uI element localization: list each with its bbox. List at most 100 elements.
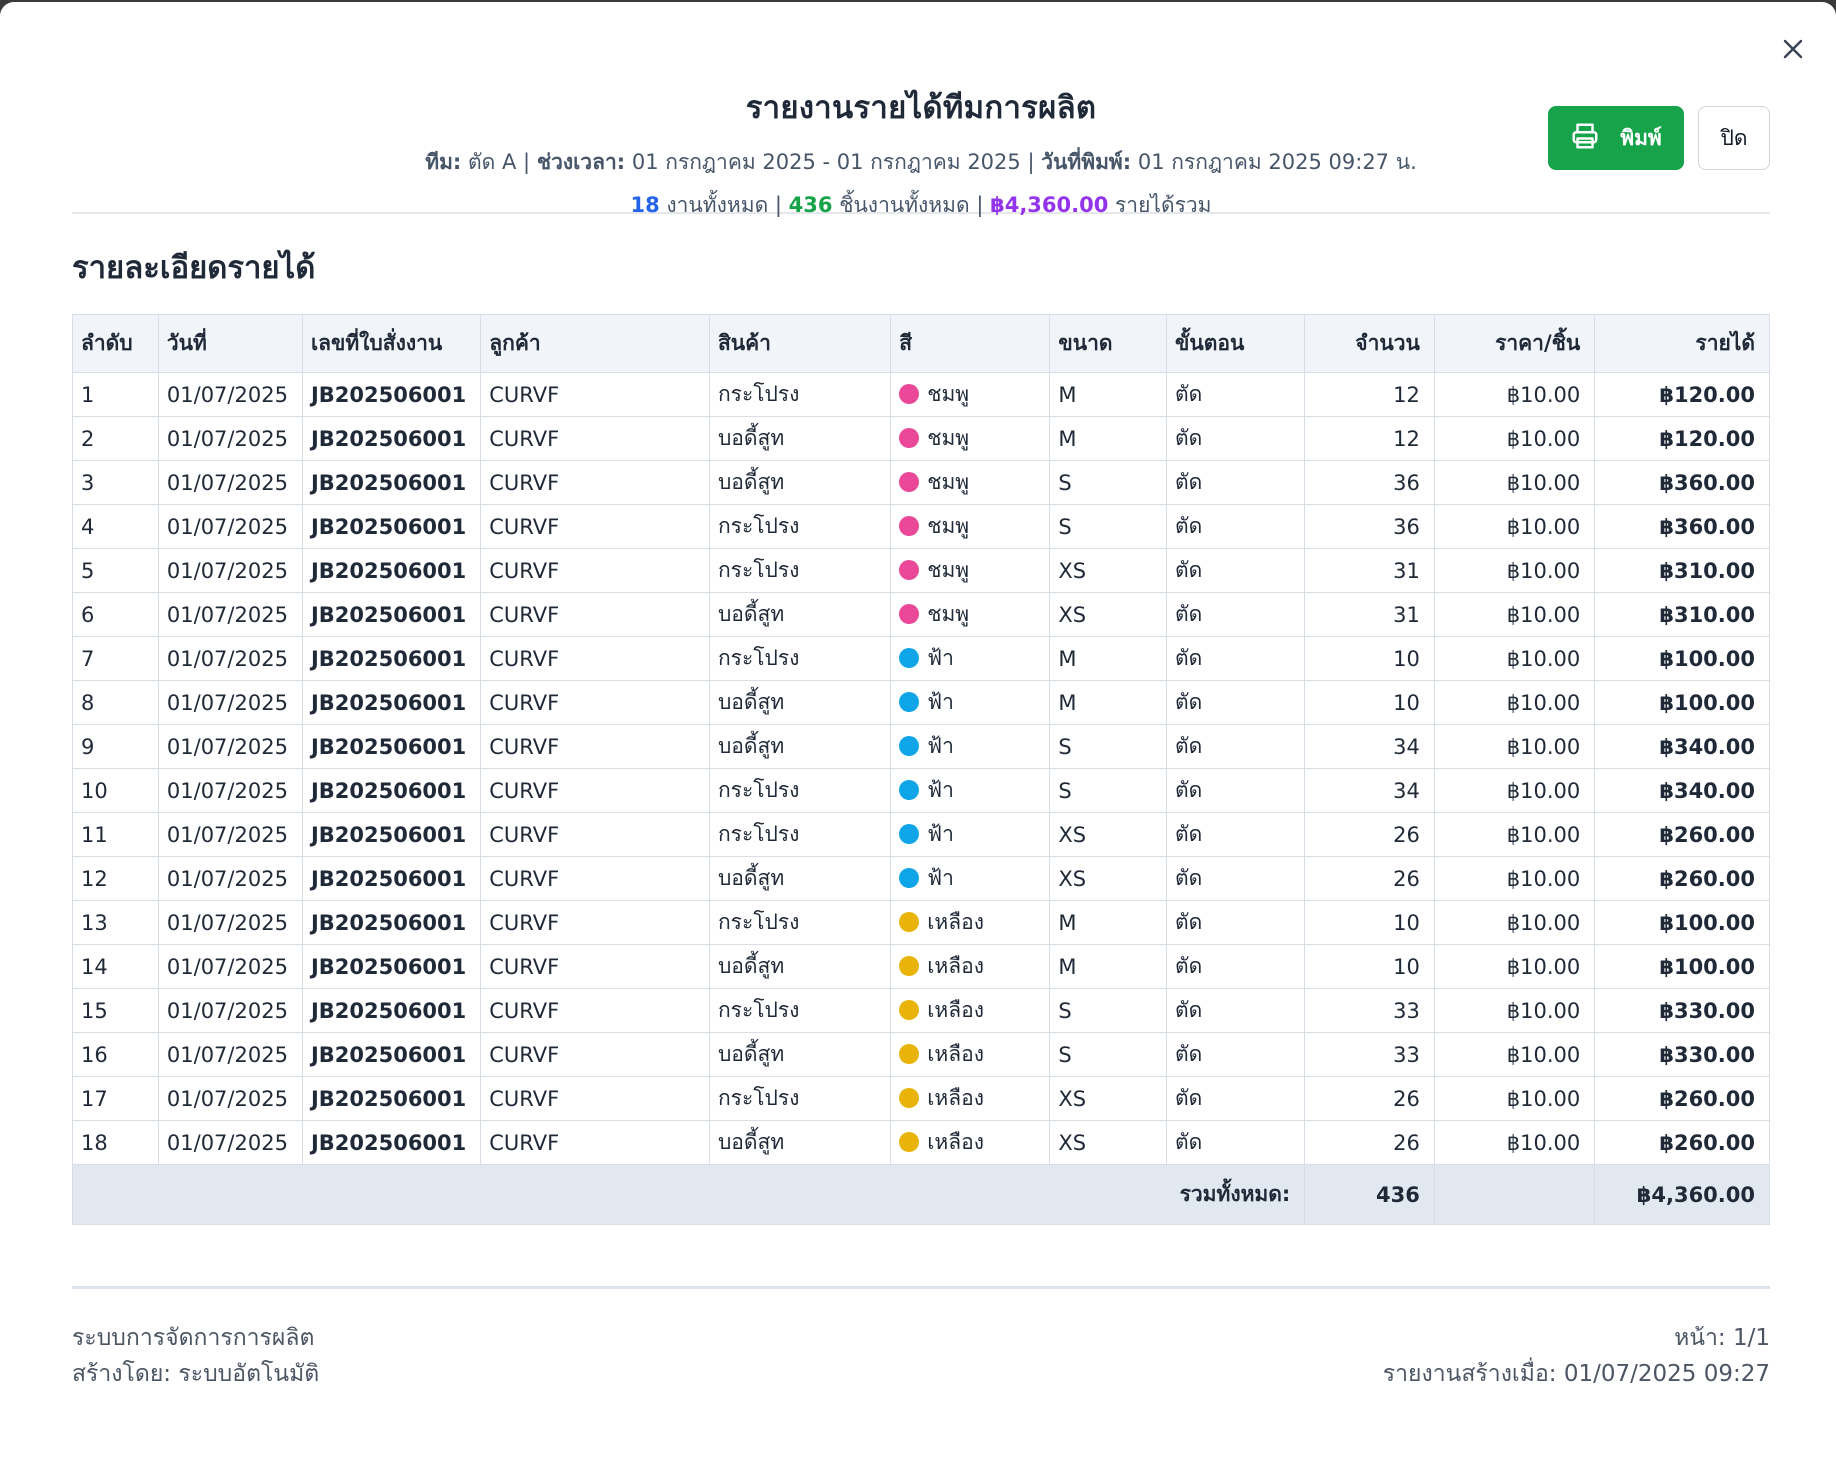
- color-swatch-icon: [899, 1132, 920, 1152]
- col-step-cell: ตัด: [1166, 416, 1306, 461]
- col-job-number-cell: JB202506001: [301, 460, 482, 505]
- col-unit-price-cell: ฿10.00: [1433, 636, 1596, 681]
- team-label: ทีม:: [425, 150, 462, 174]
- color-swatch-icon: [899, 1088, 920, 1108]
- close-button[interactable]: ปิด: [1698, 106, 1770, 170]
- col-product-cell: กระโปรง: [708, 504, 892, 549]
- col-customer-cell: CURVF: [480, 812, 710, 857]
- period-value: 01 กรกฎาคม 2025 - 01 กรกฎาคม 2025: [631, 150, 1021, 174]
- col-unit-price-cell: ฿10.00: [1433, 460, 1596, 505]
- col-color-cell: เหลือง: [890, 1076, 1051, 1121]
- col-product-cell: บอดี้สูท: [708, 724, 892, 769]
- printed-value: 01 กรกฎาคม 2025 09:27 น.: [1137, 150, 1417, 174]
- col-job-number-cell: JB202506001: [301, 988, 482, 1033]
- col-color-cell: เหลือง: [890, 1120, 1051, 1165]
- col-index-cell: 5: [72, 548, 159, 593]
- footer-right: หน้า: 1/1 รายงานสร้างเมื่อ: 01/07/2025 0…: [1383, 1320, 1770, 1392]
- col-color-cell: เหลือง: [890, 988, 1051, 1033]
- col-income-cell: ฿340.00: [1594, 768, 1770, 813]
- col-color-cell: ฟ้า: [890, 724, 1051, 769]
- color-swatch-icon: [899, 912, 920, 932]
- report-header: รายงานรายได้ทีมการผลิต ทีม: ตัด A | ช่วง…: [72, 72, 1770, 217]
- col-customer-cell: CURVF: [480, 460, 710, 505]
- col-income-cell: ฿260.00: [1594, 1076, 1770, 1121]
- report-title: รายงานรายได้ทีมการผลิต: [745, 90, 1097, 126]
- col-customer-cell: CURVF: [480, 1032, 710, 1077]
- col-color-cell: เหลือง: [890, 1032, 1051, 1077]
- close-icon[interactable]: [1776, 32, 1810, 66]
- col-unit-price-cell: ฿10.00: [1433, 1032, 1596, 1077]
- col-index-cell: 15: [72, 988, 159, 1033]
- color-swatch-icon: [899, 1044, 920, 1064]
- col-income-cell: ฿340.00: [1594, 724, 1770, 769]
- print-button[interactable]: พิมพ์: [1548, 106, 1684, 170]
- col-color-cell: ชมพู: [890, 416, 1051, 461]
- col-income-cell: ฿100.00: [1594, 680, 1770, 725]
- col-income-cell: ฿330.00: [1594, 1032, 1770, 1077]
- col-color-cell: ชมพู: [890, 548, 1051, 593]
- col-size-cell: XS: [1049, 812, 1168, 857]
- col-income-cell: ฿360.00: [1594, 504, 1770, 549]
- col-income-cell: ฿330.00: [1594, 988, 1770, 1033]
- header-actions: พิมพ์ ปิด: [1548, 106, 1770, 170]
- col-date-cell: 01/07/2025: [157, 416, 303, 461]
- col-product-header: สินค้า: [708, 314, 892, 373]
- col-product-cell: บอดี้สูท: [708, 416, 892, 461]
- total-jobs-label: งานทั้งหมด: [666, 193, 769, 217]
- col-income-header: รายได้: [1594, 314, 1770, 373]
- col-step-cell: ตัด: [1166, 900, 1306, 945]
- color-label: ฟ้า: [927, 734, 954, 758]
- col-date-cell: 01/07/2025: [157, 988, 303, 1033]
- col-product-cell: กระโปรง: [708, 636, 892, 681]
- separator: |: [774, 193, 782, 217]
- color-label: ชมพู: [927, 382, 970, 406]
- col-quantity-header: จำนวน: [1304, 314, 1435, 373]
- col-customer-cell: CURVF: [480, 856, 710, 901]
- table-row: 1 01/07/2025 JB202506001 CURVF กระโปรง ชมพู M ต…: [72, 372, 1770, 417]
- col-size-cell: S: [1049, 768, 1168, 813]
- col-job-number-header: เลขที่ใบสั่งงาน: [301, 314, 482, 373]
- col-color-cell: ฟ้า: [890, 812, 1051, 857]
- col-index-cell: 1: [72, 372, 159, 417]
- col-size-header: ขนาด: [1049, 314, 1168, 373]
- col-product-cell: บอดี้สูท: [708, 592, 892, 637]
- col-unit-price-cell: ฿10.00: [1433, 944, 1596, 989]
- col-color-cell: เหลือง: [890, 944, 1051, 989]
- col-index-cell: 11: [72, 812, 159, 857]
- col-size-cell: XS: [1049, 1120, 1168, 1165]
- col-customer-cell: CURVF: [480, 988, 710, 1033]
- col-quantity-cell: 26: [1304, 1120, 1435, 1165]
- col-quantity-cell: 36: [1304, 460, 1435, 505]
- col-color-header: สี: [890, 314, 1051, 373]
- color-swatch-icon: [899, 956, 920, 976]
- col-product-cell: กระโปรง: [708, 812, 892, 857]
- col-index-cell: 17: [72, 1076, 159, 1121]
- col-customer-cell: CURVF: [480, 900, 710, 945]
- col-unit-price-cell: ฿10.00: [1433, 856, 1596, 901]
- col-quantity-cell: 10: [1304, 900, 1435, 945]
- col-step-cell: ตัด: [1166, 636, 1306, 681]
- col-index-cell: 13: [72, 900, 159, 945]
- col-quantity-cell: 31: [1304, 592, 1435, 637]
- col-index-cell: 6: [72, 592, 159, 637]
- col-date-cell: 01/07/2025: [157, 1120, 303, 1165]
- color-swatch-icon: [899, 516, 920, 536]
- col-quantity-cell: 34: [1304, 768, 1435, 813]
- col-date-cell: 01/07/2025: [157, 372, 303, 417]
- col-index-cell: 3: [72, 460, 159, 505]
- footer-divider: [72, 1286, 1770, 1289]
- col-index-cell: 9: [72, 724, 159, 769]
- col-customer-cell: CURVF: [480, 504, 710, 549]
- col-unit-price-cell: ฿10.00: [1433, 900, 1596, 945]
- col-size-cell: M: [1049, 944, 1168, 989]
- table-row: 10 01/07/2025 JB202506001 CURVF กระโปรง ฟ้า S ต…: [72, 768, 1770, 813]
- col-quantity-cell: 33: [1304, 988, 1435, 1033]
- col-step-cell: ตัด: [1166, 592, 1306, 637]
- col-product-cell: กระโปรง: [708, 988, 892, 1033]
- col-size-cell: S: [1049, 988, 1168, 1033]
- col-index-cell: 12: [72, 856, 159, 901]
- separator: |: [1027, 150, 1035, 174]
- print-label: พิมพ์: [1620, 125, 1662, 150]
- col-customer-cell: CURVF: [480, 768, 710, 813]
- col-color-cell: ฟ้า: [890, 768, 1051, 813]
